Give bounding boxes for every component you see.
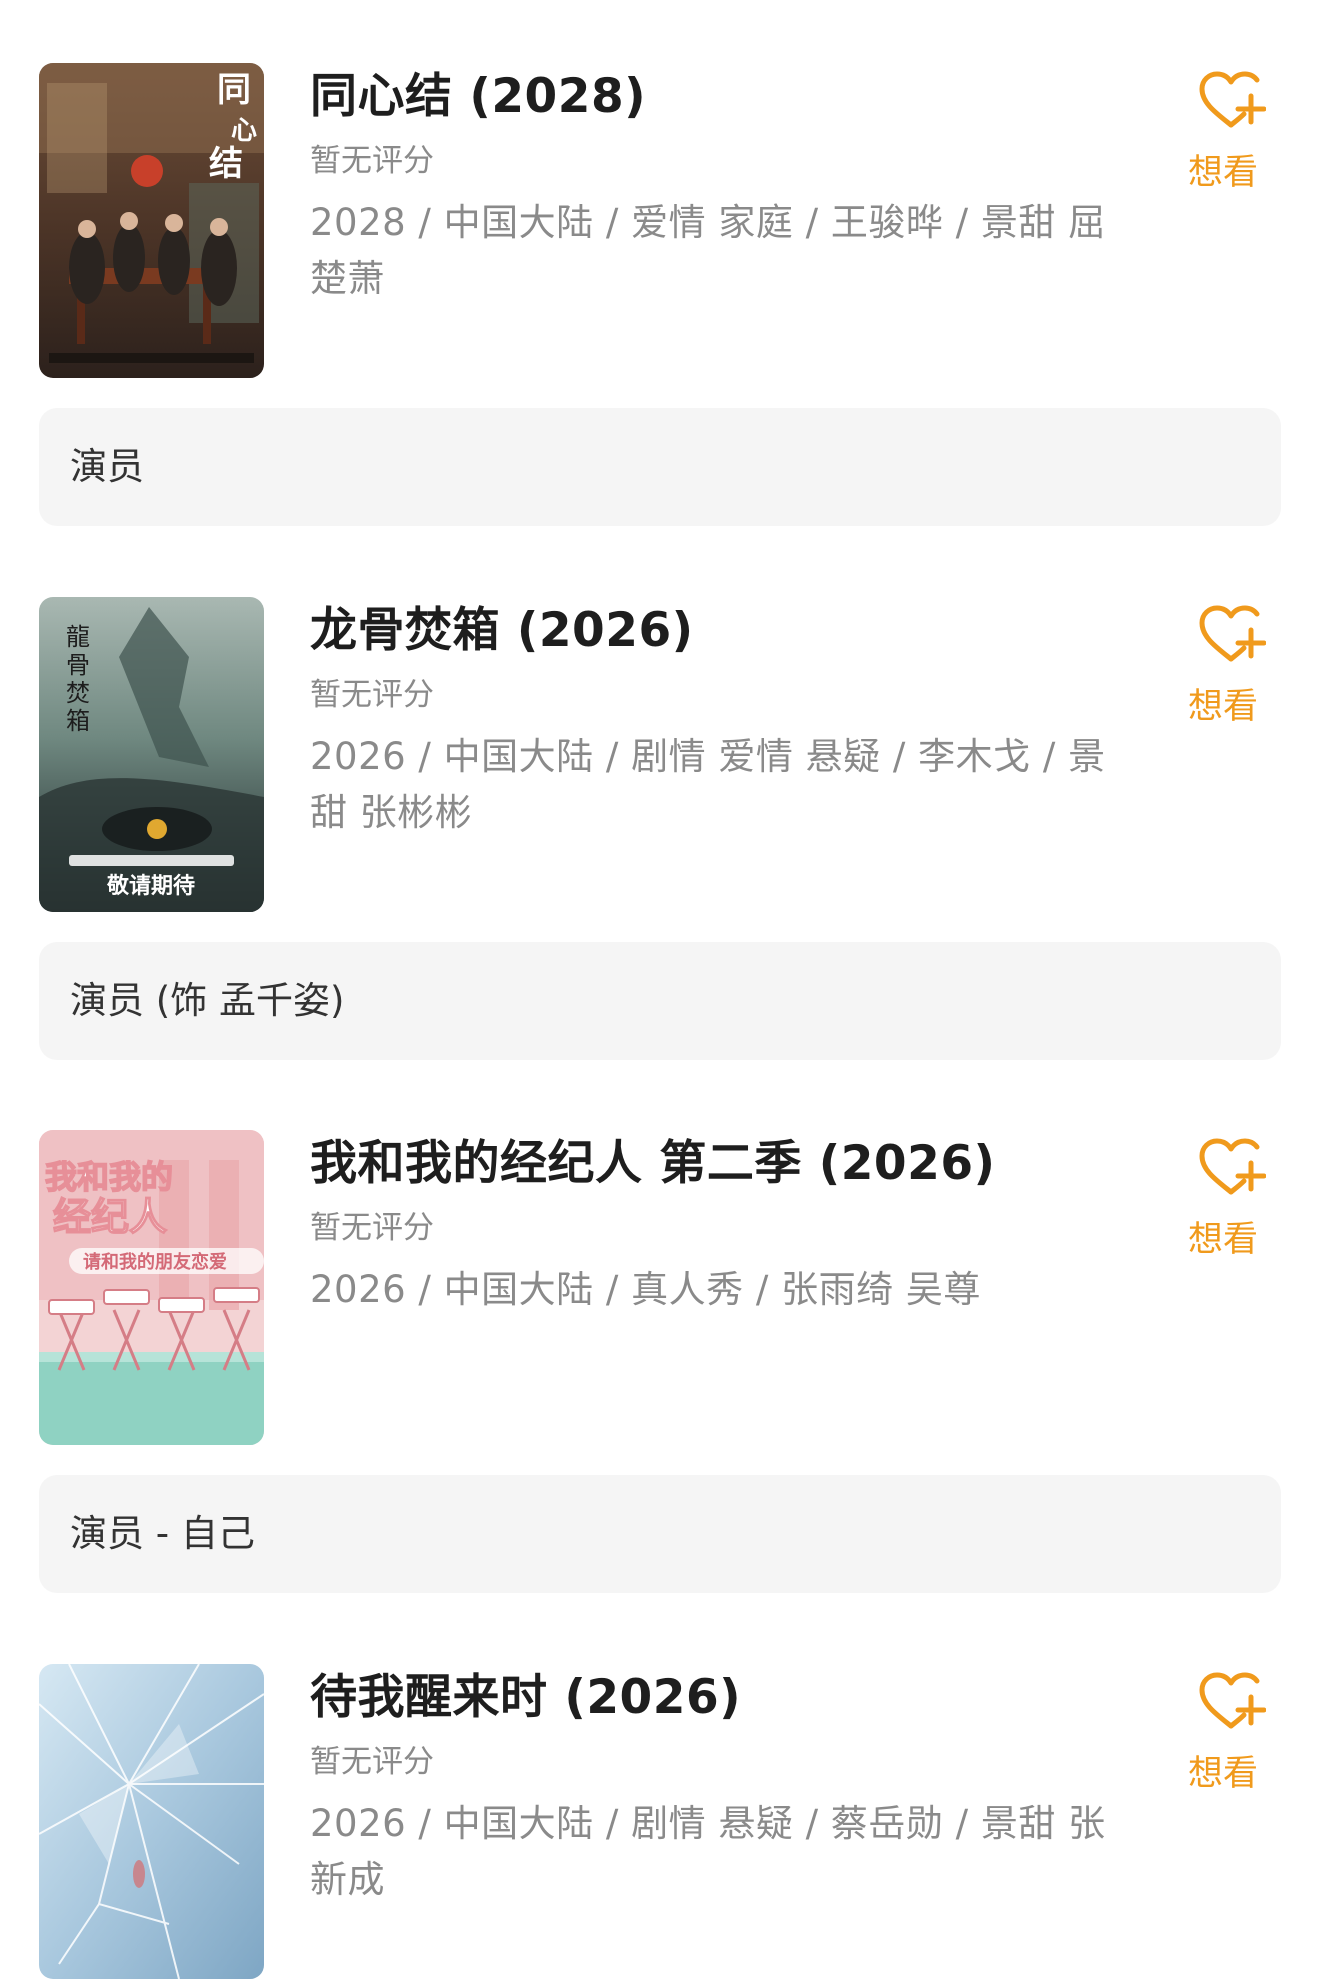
item-title[interactable]: 我和我的经纪人 第二季 (2026) [310,1132,996,1196]
wish-label: 想看 [1188,153,1259,193]
role-box: 演员 - 自己 [39,1475,1281,1593]
heart-plus-icon [1196,1136,1266,1200]
role-text: 演员 - 自己 [70,1512,255,1555]
role-text: 演员 [70,445,144,488]
item-title[interactable]: 同心结 (2028) [310,65,646,129]
wish-label: 想看 [1188,1220,1259,1260]
item-title[interactable]: 龙骨焚箱 (2026) [310,599,694,663]
item-title[interactable]: 待我醒来时 (2026) [310,1666,741,1730]
poster-image[interactable]: 龍 骨 焚 箱 敬请期待 [39,597,264,912]
poster-image[interactable]: 我和我的 经纪人 请和我的朋友恋爱 [39,1130,264,1445]
poster-image[interactable] [39,1664,264,1979]
item-meta: 2026 / 中国大陆 / 剧情 悬疑 / 蔡岳勋 / 景甜 张新成 [310,1802,1106,1901]
svg-text:骨: 骨 [66,651,90,679]
item-meta: 2026 / 中国大陆 / 真人秀 / 张雨绮 吴尊 [310,1268,981,1311]
svg-text:心: 心 [231,116,257,146]
wish-label: 想看 [1188,687,1259,727]
wish-button[interactable]: 想看 [1180,69,1280,199]
svg-text:焚: 焚 [66,679,90,707]
role-text: 演员 (饰 孟千姿) [70,979,345,1022]
svg-text:同: 同 [217,70,251,110]
svg-text:我和我的: 我和我的 [45,1158,173,1196]
role-box: 演员 (饰 孟千姿) [39,942,1281,1060]
wish-button[interactable]: 想看 [1180,1670,1280,1800]
svg-text:箱: 箱 [66,707,90,735]
rating-text: 暂无评分 [310,1210,434,1246]
heart-plus-icon [1196,1670,1266,1734]
svg-text:龍: 龍 [66,623,90,651]
wish-button[interactable]: 想看 [1180,603,1280,733]
rating-text: 暂无评分 [310,143,434,179]
svg-text:请和我的朋友恋爱: 请和我的朋友恋爱 [83,1251,227,1273]
svg-text:敬请期待: 敬请期待 [106,873,195,899]
heart-plus-icon [1196,603,1266,667]
rating-text: 暂无评分 [310,1744,434,1780]
svg-text:经纪人: 经纪人 [53,1195,167,1239]
svg-text:结: 结 [209,144,243,184]
heart-plus-icon [1196,69,1266,133]
item-meta: 2028 / 中国大陆 / 爱情 家庭 / 王骏晔 / 景甜 屈楚萧 [310,201,1106,300]
role-box: 演员 [39,408,1281,526]
poster-image[interactable]: 同 心 结 [39,63,264,378]
rating-text: 暂无评分 [310,677,434,713]
wish-label: 想看 [1188,1754,1259,1794]
wish-button[interactable]: 想看 [1180,1136,1280,1266]
item-meta: 2026 / 中国大陆 / 剧情 爱情 悬疑 / 李木戈 / 景甜 张彬彬 [310,735,1106,834]
